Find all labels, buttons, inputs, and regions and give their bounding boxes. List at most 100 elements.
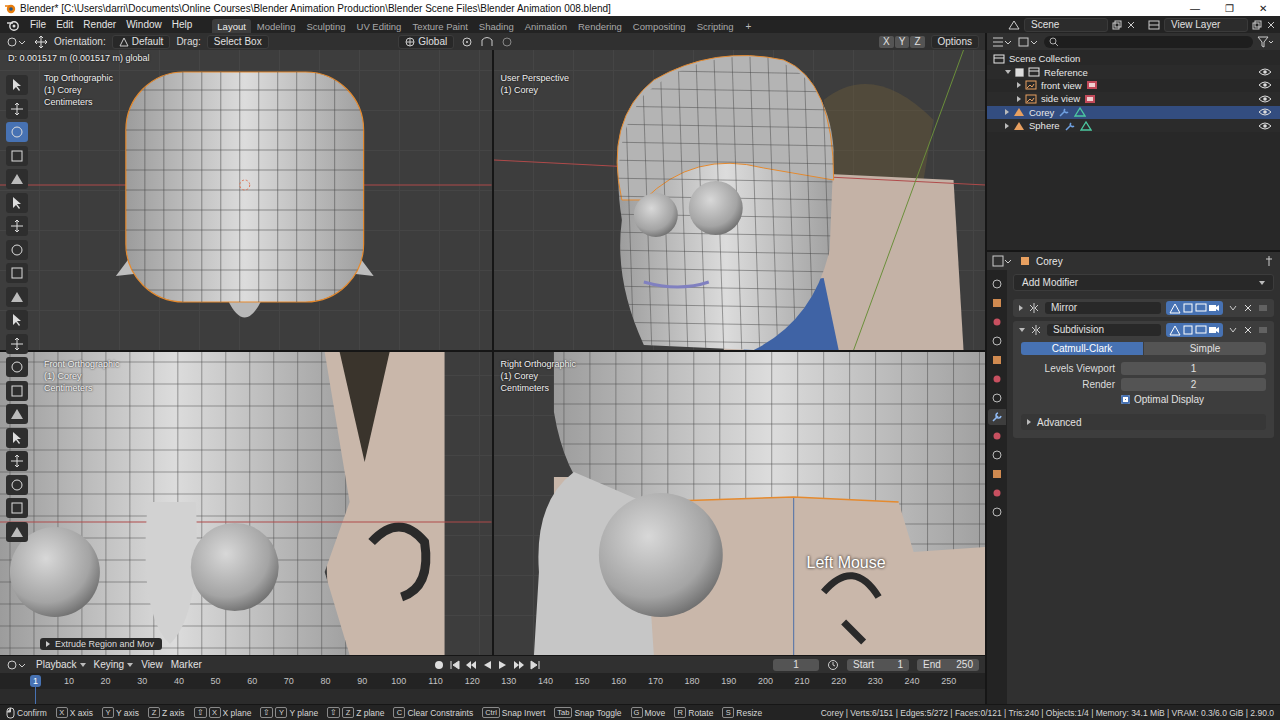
duplicate-icon[interactable] (1252, 20, 1262, 30)
menu-item[interactable]: Help (168, 18, 197, 31)
visibility-eye-icon[interactable] (1258, 94, 1272, 104)
remove-modifier-icon[interactable] (1243, 325, 1253, 335)
tool-button[interactable] (6, 334, 28, 354)
workspace-tab[interactable]: Sculpting (301, 19, 350, 33)
timeline-menu[interactable]: Keying (94, 659, 134, 670)
outliner-item[interactable]: front view (987, 79, 1280, 92)
drag-dropdown[interactable]: Select Box (207, 35, 269, 49)
timeline-ruler[interactable]: 1020304050607080901001101201301401501601… (0, 673, 985, 704)
outliner-item[interactable]: Sphere (987, 119, 1280, 132)
editor-type-icon[interactable] (992, 36, 1014, 48)
menu-item[interactable]: File (26, 18, 50, 31)
orientation-dropdown[interactable]: Default (112, 35, 171, 49)
tool-button[interactable] (6, 287, 28, 307)
3d-viewport[interactable]: User Perspective(1) Corey (494, 50, 986, 350)
3d-cursor[interactable] (240, 180, 250, 190)
eye-sphere[interactable] (688, 181, 742, 235)
number-field[interactable]: 1 (1121, 362, 1266, 375)
tool-button[interactable] (6, 263, 28, 283)
tool-button[interactable] (6, 522, 28, 542)
edit-mode-icon[interactable] (1169, 302, 1181, 314)
last-operator-panel[interactable]: Extrude Region and Mov (40, 638, 162, 650)
axis-toggle[interactable]: Z (910, 36, 924, 48)
outliner-search-field[interactable] (1044, 36, 1253, 48)
pin-icon[interactable] (1263, 255, 1275, 267)
start-frame-field[interactable]: Start1 (847, 659, 909, 671)
eye-sphere[interactable] (598, 493, 722, 617)
3d-viewport[interactable]: Front Orthographic(1) CoreyCentimetersEx… (0, 352, 492, 655)
workspace-tab[interactable]: Scripting (692, 19, 739, 33)
scene-field[interactable]: Scene (1024, 18, 1108, 32)
modifier-name-field[interactable]: Subdivision (1047, 324, 1161, 336)
view-layer-field[interactable]: View Layer (1164, 18, 1248, 32)
menu-item[interactable]: Window (122, 18, 166, 31)
snap-icon[interactable] (480, 36, 494, 48)
display-mode-icon[interactable] (1018, 36, 1040, 48)
workspace-tab[interactable]: UV Editing (352, 19, 407, 33)
tool-button[interactable] (6, 475, 28, 495)
record-icon[interactable] (433, 659, 445, 671)
visibility-eye-icon[interactable] (1258, 107, 1272, 117)
remove-modifier-icon[interactable] (1243, 303, 1253, 313)
dropdown-icon[interactable] (1228, 303, 1238, 313)
window-control-button[interactable]: — (1178, 0, 1212, 16)
properties-tab[interactable] (988, 371, 1006, 387)
outliner-item[interactable]: Reference (987, 65, 1280, 78)
on-cage-icon[interactable] (1182, 324, 1194, 336)
pivot-icon[interactable] (460, 36, 474, 48)
3d-viewport[interactable]: Right Orthographic(1) CoreyCentimetersLe… (494, 352, 986, 655)
exclude-checkbox[interactable] (1015, 68, 1024, 77)
menu-item[interactable]: Render (79, 18, 120, 31)
properties-tab[interactable] (988, 409, 1006, 425)
tool-button[interactable] (6, 75, 28, 95)
modifier-header[interactable]: Subdivision (1013, 321, 1274, 339)
blender-menu-icon[interactable] (6, 19, 20, 31)
eye-sphere[interactable] (633, 193, 677, 237)
tool-button[interactable] (6, 428, 28, 448)
viewport-display-icon[interactable] (1195, 324, 1207, 336)
axis-toggle[interactable]: X (879, 36, 894, 48)
optimal-display-checkbox[interactable]: Optimal Display (1121, 394, 1266, 405)
axis-toggle[interactable]: Y (895, 36, 910, 48)
head-mesh[interactable] (126, 72, 364, 302)
proportional-edit-icon[interactable] (500, 36, 514, 48)
jump-start-icon[interactable] (449, 659, 461, 671)
tool-button[interactable] (6, 216, 28, 236)
properties-tab[interactable] (988, 314, 1006, 330)
dropdown-icon[interactable] (1228, 325, 1238, 335)
transform-orientation-dropdown[interactable]: Global (398, 35, 454, 49)
method-option[interactable]: Simple (1144, 342, 1266, 355)
workspace-tab[interactable]: Modeling (252, 19, 301, 33)
advanced-subpanel[interactable]: Advanced (1021, 414, 1266, 430)
tool-button[interactable] (6, 122, 28, 142)
properties-tab[interactable] (988, 447, 1006, 463)
jump-end-icon[interactable] (529, 659, 541, 671)
properties-tab[interactable] (988, 428, 1006, 444)
properties-tab[interactable] (988, 352, 1006, 368)
visibility-eye-icon[interactable] (1258, 67, 1272, 77)
expand-arrow-icon[interactable] (1017, 82, 1021, 88)
expand-arrow-icon[interactable] (1005, 123, 1009, 129)
outliner-item[interactable]: side view (987, 92, 1280, 105)
menu-item[interactable]: Edit (52, 18, 77, 31)
workspace-tab[interactable]: Rendering (573, 19, 627, 33)
tool-button[interactable] (6, 404, 28, 424)
preview-range-icon[interactable] (827, 659, 839, 671)
timeline-menu[interactable]: View (141, 659, 163, 670)
drag-handle-icon[interactable] (1258, 325, 1268, 335)
tool-button[interactable] (6, 357, 28, 377)
options-dropdown[interactable]: Options (931, 35, 979, 49)
visibility-eye-icon[interactable] (1258, 80, 1272, 90)
add-workspace-button[interactable]: + (740, 20, 758, 33)
viewport-display-icon[interactable] (1195, 302, 1207, 314)
expand-arrow-icon[interactable] (1019, 328, 1025, 332)
remove-icon[interactable] (1266, 20, 1276, 30)
properties-tab[interactable] (988, 485, 1006, 501)
expand-arrow-icon[interactable] (1005, 70, 1011, 74)
workspace-tab[interactable]: Shading (474, 19, 519, 33)
number-field[interactable]: 2 (1121, 378, 1266, 391)
workspace-tab[interactable]: Texture Paint (407, 19, 472, 33)
outliner-item[interactable]: Scene Collection (987, 52, 1280, 65)
timeline-menu[interactable]: Playback (36, 659, 86, 670)
current-frame-field[interactable]: 1 (773, 659, 819, 671)
